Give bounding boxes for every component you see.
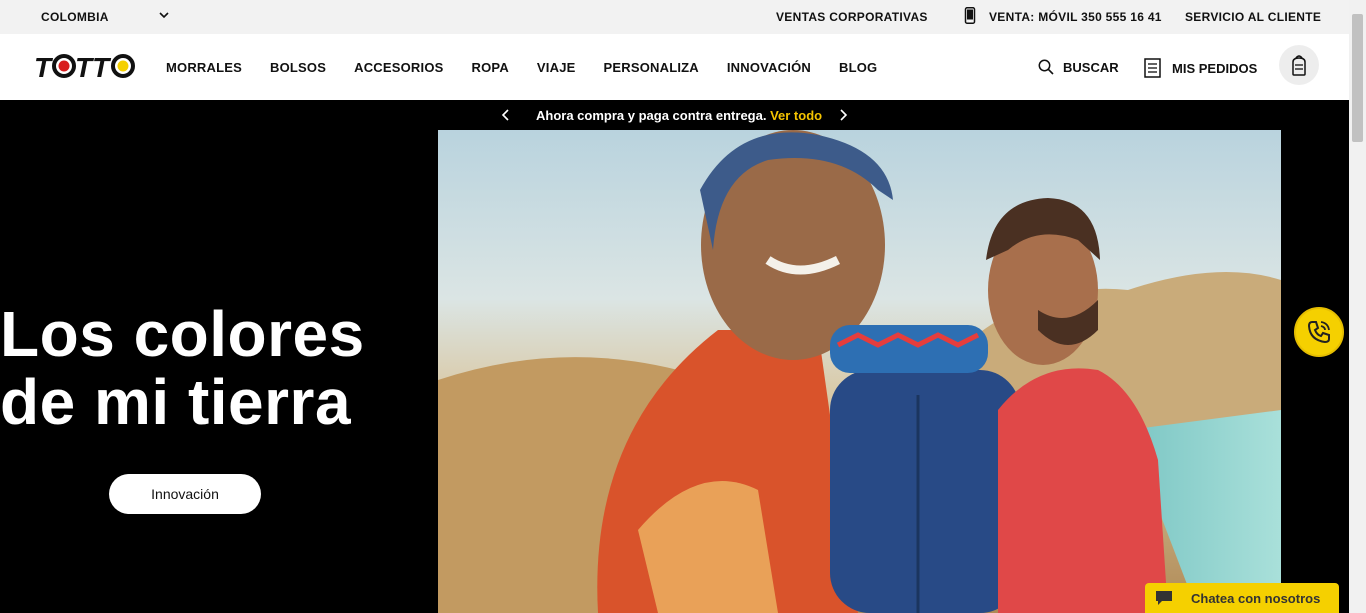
promo-strip: Ahora compra y paga contra entrega. Ver … bbox=[0, 106, 1349, 126]
backpack-icon bbox=[1292, 55, 1306, 76]
headline-line-1: Los colores bbox=[0, 298, 365, 370]
svg-text:T: T bbox=[34, 52, 54, 83]
headline-line-2: de mi tierra bbox=[0, 366, 352, 438]
chat-bubble-icon bbox=[1156, 591, 1172, 605]
nav-item-viaje[interactable]: VIAJE bbox=[537, 60, 576, 75]
chevron-right-icon[interactable] bbox=[836, 108, 850, 122]
chat-label: Chatea con nosotros bbox=[1191, 590, 1321, 606]
hero-photo bbox=[438, 130, 1281, 613]
main-nav: MORRALES BOLSOS ACCESORIOS ROPA VIAJE PE… bbox=[166, 60, 905, 75]
cart-button[interactable] bbox=[1279, 45, 1319, 85]
country-selector-label[interactable]: COLOMBIA bbox=[41, 10, 109, 24]
page-scrollbar[interactable] bbox=[1349, 0, 1366, 613]
page: COLOMBIA VENTAS CORPORATIVAS VENTA: MÓVI… bbox=[0, 0, 1366, 613]
innovation-cta-button[interactable]: Innovación bbox=[109, 474, 261, 514]
search-button[interactable]: BUSCAR bbox=[1038, 59, 1119, 75]
my-orders-label: MIS PEDIDOS bbox=[1172, 60, 1258, 76]
search-label: BUSCAR bbox=[1063, 59, 1119, 75]
customer-service-link[interactable]: SERVICIO AL CLIENTE bbox=[1185, 10, 1321, 24]
nav-item-bolsos[interactable]: BOLSOS bbox=[270, 60, 326, 75]
nav-item-innovacion[interactable]: INNOVACIÓN bbox=[727, 60, 811, 75]
promo-message-wrap: Ahora compra y paga contra entrega. Ver … bbox=[536, 108, 822, 123]
document-list-icon bbox=[1144, 58, 1161, 78]
my-orders-button[interactable]: MIS PEDIDOS bbox=[1144, 58, 1257, 78]
phone-call-icon bbox=[1307, 321, 1330, 344]
mobile-phone-icon bbox=[964, 7, 976, 24]
hero-headline: Los colores de mi tierra bbox=[0, 300, 365, 436]
search-icon bbox=[1038, 59, 1054, 75]
chat-widget-button[interactable]: Chatea con nosotros bbox=[1145, 583, 1339, 613]
top-utility-bar: COLOMBIA VENTAS CORPORATIVAS VENTA: MÓVI… bbox=[0, 0, 1349, 34]
totto-logo[interactable]: T TT bbox=[34, 50, 136, 84]
hero-banner: Ahora compra y paga contra entrega. Ver … bbox=[0, 100, 1349, 613]
scrollbar-thumb[interactable] bbox=[1352, 14, 1363, 142]
call-button[interactable] bbox=[1294, 307, 1344, 357]
nav-item-blog[interactable]: BLOG bbox=[839, 60, 877, 75]
nav-item-ropa[interactable]: ROPA bbox=[472, 60, 509, 75]
nav-item-personaliza[interactable]: PERSONALIZA bbox=[604, 60, 699, 75]
svg-text:TT: TT bbox=[75, 52, 112, 83]
corporate-sales-link[interactable]: VENTAS CORPORATIVAS bbox=[776, 10, 928, 24]
nav-item-accesorios[interactable]: ACCESORIOS bbox=[354, 60, 443, 75]
nav-item-morrales[interactable]: MORRALES bbox=[166, 60, 242, 75]
promo-message: Ahora compra y paga contra entrega. bbox=[536, 108, 767, 123]
chevron-down-icon[interactable] bbox=[158, 9, 170, 21]
sales-phone-text[interactable]: VENTA: MÓVIL 350 555 16 41 bbox=[989, 10, 1162, 24]
chevron-left-icon[interactable] bbox=[499, 108, 513, 122]
promo-link[interactable]: Ver todo bbox=[770, 108, 822, 123]
main-header: T TT MORRALES BOLSOS ACCESORIOS ROPA VIA… bbox=[0, 34, 1349, 100]
